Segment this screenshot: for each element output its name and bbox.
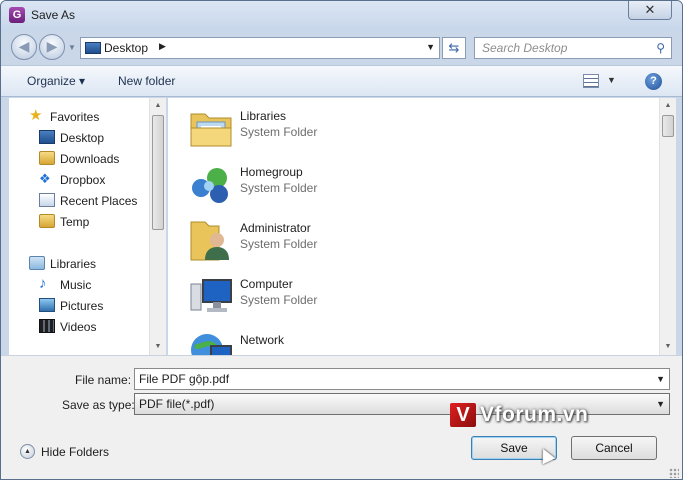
file-name: Administrator [240, 221, 311, 235]
save-type-label: Save as type: [62, 398, 135, 412]
file-item-libraries[interactable]: Libraries System Folder [184, 100, 624, 152]
watermark: V Vforum.vn [446, 401, 646, 431]
organize-button[interactable]: Organize ▾ [27, 74, 85, 88]
nav-favorites-label: Favorites [50, 110, 100, 124]
file-type: System Folder [240, 237, 318, 251]
back-button[interactable]: ◀ [11, 34, 37, 60]
dropbox-icon: ❖ [39, 171, 51, 186]
nav-pane-scrollbar[interactable]: ▲ ▼ [149, 98, 166, 355]
file-type: System Folder [240, 181, 318, 195]
scroll-up-icon[interactable]: ▲ [150, 98, 166, 114]
window-title: Save As [31, 8, 76, 22]
watermark-logo: V [450, 403, 476, 427]
file-item-homegroup[interactable]: Homegroup System Folder [184, 156, 624, 208]
homegroup-icon [192, 168, 228, 203]
nav-libraries-label: Libraries [50, 257, 97, 271]
file-list: Libraries System Folder Homegroup System… [168, 98, 659, 366]
nav-item-label: Music [60, 278, 92, 292]
folder-icon [39, 214, 55, 228]
file-name: Network [240, 333, 285, 347]
history-dropdown-icon[interactable]: ▼ [68, 43, 76, 52]
file-item-computer[interactable]: Computer System Folder [184, 268, 624, 320]
computer-icon [190, 279, 232, 312]
file-item-administrator[interactable]: Administrator System Folder [184, 212, 624, 264]
nav-item-label: Recent Places [60, 194, 138, 208]
watermark-text: Vforum.vn [480, 403, 589, 426]
user-folder-icon [190, 221, 229, 261]
help-button[interactable]: ? [645, 73, 662, 90]
folder-icon [39, 151, 55, 165]
file-name: Homegroup [240, 165, 303, 179]
title-bar: G Save As ✕ [1, 1, 682, 31]
search-input[interactable]: Search Desktop ⚲ [474, 37, 672, 59]
scroll-down-icon[interactable]: ▼ [150, 339, 166, 355]
save-type-value[interactable]: PDF file(*.pdf) [139, 397, 214, 411]
scroll-thumb[interactable] [152, 115, 164, 230]
new-folder-button[interactable]: New folder [118, 74, 175, 88]
nav-item-label: Dropbox [60, 173, 106, 187]
desktop-icon [85, 42, 101, 54]
scroll-down-icon[interactable]: ▼ [660, 339, 676, 355]
refresh-button[interactable]: ⇆ [442, 37, 466, 59]
star-icon: ★ [29, 107, 43, 124]
view-options-icon[interactable] [583, 74, 599, 88]
breadcrumb-chevron-icon[interactable]: ▶ [159, 41, 166, 52]
chevron-down-icon[interactable]: ▼ [656, 374, 665, 384]
chevron-up-icon[interactable]: ▲ [20, 444, 35, 459]
save-as-dialog: G Save As ✕ ◀ ▶ ▼ Desktop ▶ ▼ ⇆ Search D… [0, 0, 683, 480]
scroll-thumb[interactable] [662, 115, 674, 137]
nav-item-label: Videos [60, 320, 97, 334]
scroll-up-icon[interactable]: ▲ [660, 98, 676, 114]
close-button[interactable]: ✕ [628, 1, 672, 20]
address-location[interactable]: Desktop [104, 41, 148, 55]
desktop-icon [39, 130, 55, 144]
file-name: Computer [240, 277, 293, 291]
app-icon: G [9, 7, 25, 23]
recent-places-icon [39, 193, 55, 207]
libraries-icon [190, 113, 232, 147]
resize-grip[interactable] [669, 468, 679, 478]
file-name-value[interactable]: File PDF gộp.pdf [139, 372, 229, 386]
file-type: System Folder [240, 125, 318, 139]
nav-item-label: Temp [60, 215, 90, 229]
file-list-scrollbar[interactable]: ▲ ▼ [659, 98, 676, 355]
hide-folders-label: Hide Folders [41, 445, 110, 459]
videos-icon [39, 319, 55, 333]
forward-button[interactable]: ▶ [39, 34, 65, 60]
search-icon[interactable]: ⚲ [656, 41, 665, 55]
pictures-icon [39, 298, 55, 312]
file-type: System Folder [240, 293, 318, 307]
file-name-field[interactable]: File PDF gộp.pdf ▼ [134, 368, 670, 390]
file-name-label: File name: [75, 373, 132, 387]
command-toolbar: Organize ▾ New folder ▼ ? [1, 65, 682, 97]
address-dropdown-icon[interactable]: ▼ [426, 42, 435, 52]
cancel-button[interactable]: Cancel [571, 436, 657, 460]
address-bar[interactable]: Desktop ▶ ▼ [80, 37, 440, 59]
music-icon: ♪ [39, 275, 47, 292]
file-name: Libraries [240, 109, 287, 123]
nav-item-label: Desktop [60, 131, 105, 145]
nav-item-label: Pictures [60, 299, 104, 313]
view-dropdown-icon[interactable]: ▼ [607, 75, 616, 85]
nav-item-label: Downloads [60, 152, 120, 166]
navigation-pane: ★ Favorites Desktop Downloads ❖ Dropbox … [9, 98, 166, 355]
search-placeholder: Search Desktop [482, 41, 568, 55]
libraries-icon [29, 256, 45, 270]
chevron-down-icon[interactable]: ▼ [656, 399, 665, 409]
navigation-bar: ◀ ▶ ▼ Desktop ▶ ▼ ⇆ Search Desktop ⚲ [1, 31, 682, 63]
